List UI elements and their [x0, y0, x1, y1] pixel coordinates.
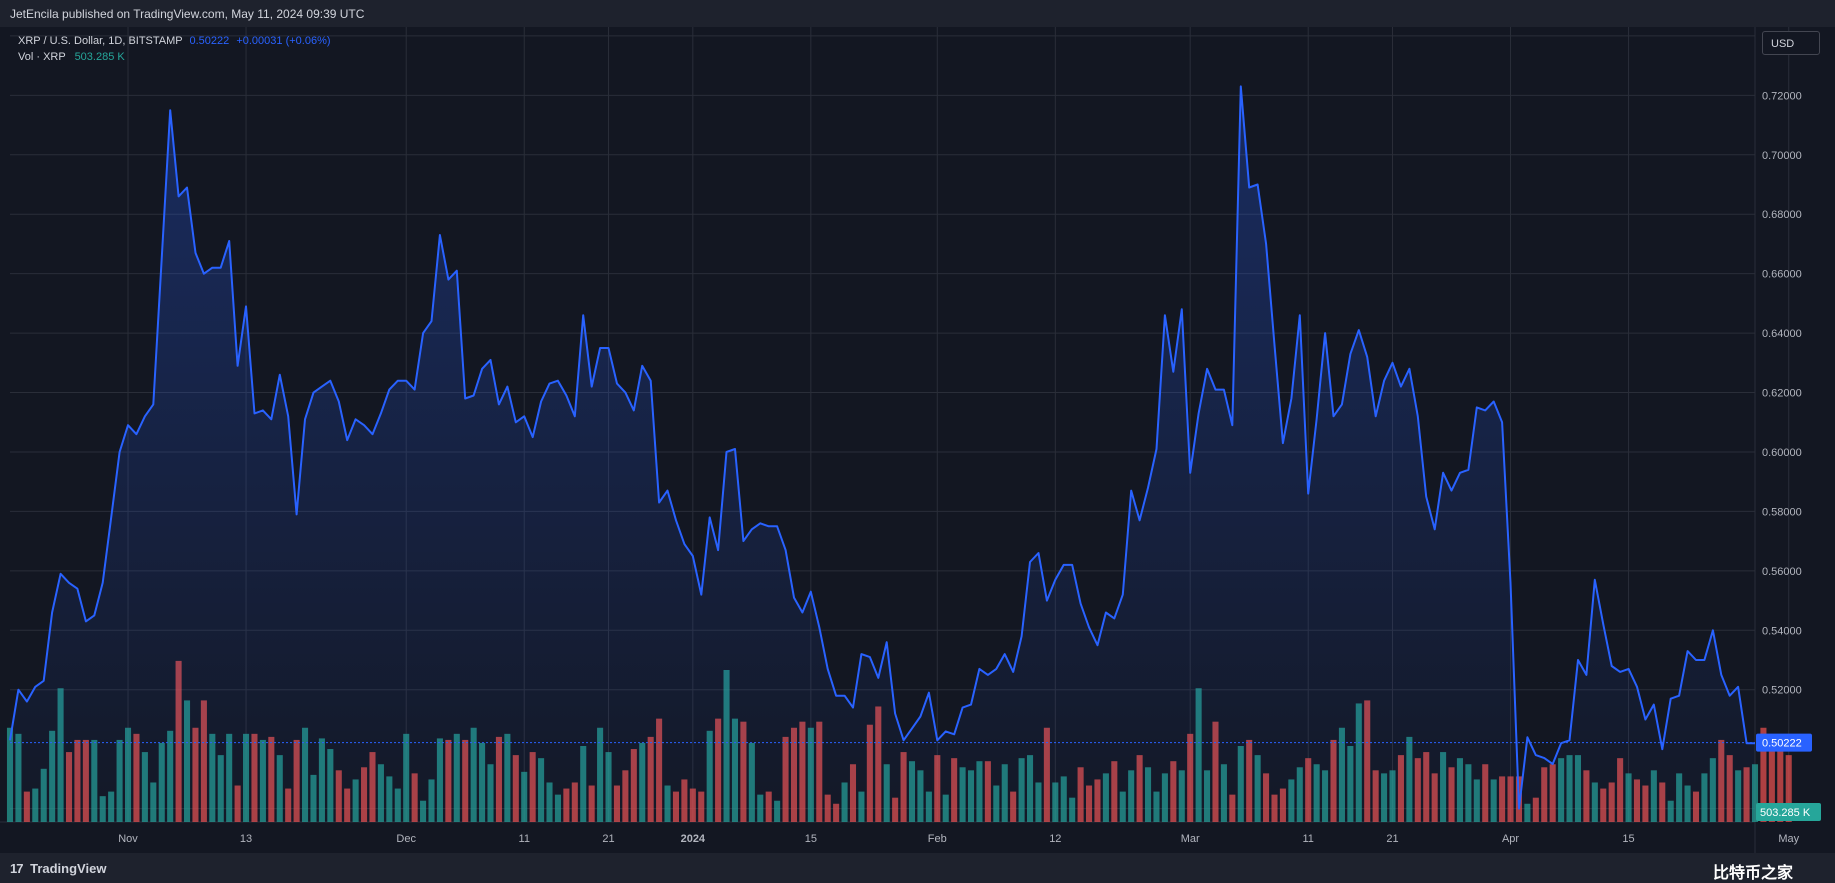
volume-badge: 503.285 K — [1756, 803, 1821, 821]
legend-volume[interactable]: Vol · XRP 503.285 K — [18, 51, 125, 63]
x-tick-label: 13 — [240, 833, 252, 845]
tradingview-logo-icon: 17 — [10, 861, 24, 876]
y-tick-label: 0.64000 — [1762, 328, 1802, 340]
x-tick-label: Nov — [118, 833, 138, 845]
volume-badge-label: 503.285 K — [1760, 807, 1811, 819]
legend-price: 0.50222 — [189, 35, 230, 47]
price-chart[interactable]: 0.740000.720000.700000.680000.660000.640… — [0, 27, 1835, 853]
x-tick-label: Mar — [1181, 833, 1200, 845]
tradingview-brand-label: TradingView — [30, 861, 107, 876]
currency-button[interactable]: USD — [1762, 31, 1820, 55]
time-axis: Nov 13 Dec 11 21 2024 15 Feb 12 Mar 11 21 Apr 15 May — [118, 833, 1799, 845]
x-tick-label: 2024 — [681, 833, 706, 845]
publish-header: JetEncila published on TradingView.com, … — [0, 0, 1835, 27]
x-tick-label: 21 — [1386, 833, 1398, 845]
y-tick-label: 0.68000 — [1762, 209, 1802, 221]
footer-bar: 17 TradingView 比特币之家 — [0, 853, 1835, 883]
price-axis: 0.740000.720000.700000.680000.660000.640… — [1762, 31, 1802, 816]
y-tick-label: 0.66000 — [1762, 269, 1802, 281]
x-tick-label: 11 — [1303, 833, 1314, 845]
y-tick-label: 0.58000 — [1762, 506, 1802, 518]
x-tick-label: Apr — [1502, 833, 1519, 845]
y-tick-label: 0.56000 — [1762, 566, 1802, 578]
x-tick-label: 12 — [1049, 833, 1061, 845]
x-tick-label: 11 — [519, 833, 530, 845]
y-tick-label: 0.54000 — [1762, 625, 1802, 637]
x-tick-label: Dec — [396, 833, 416, 845]
price-area-fill — [10, 86, 1755, 822]
legend-volume-value: 503.285 K — [74, 51, 125, 63]
legend-main[interactable]: XRP / U.S. Dollar, 1D, BITSTAMP 0.50222 … — [18, 35, 331, 47]
y-tick-label: 0.62000 — [1762, 388, 1802, 400]
legend-volume-label: Vol · XRP — [18, 51, 66, 63]
x-tick-label: 15 — [805, 833, 817, 845]
y-tick-label: 0.52000 — [1762, 685, 1802, 697]
y-tick-label: 0.72000 — [1762, 90, 1802, 102]
price-badge-label: 0.50222 — [1762, 738, 1802, 750]
x-tick-label: Feb — [928, 833, 947, 845]
legend-change: +0.00031 (+0.06%) — [236, 35, 331, 47]
legend-symbol: XRP / U.S. Dollar, 1D, BITSTAMP — [18, 35, 183, 47]
x-tick-label: 21 — [602, 833, 614, 845]
price-badge: 0.50222 — [1756, 733, 1812, 752]
x-tick-label: May — [1778, 833, 1799, 845]
x-tick-label: 15 — [1622, 833, 1634, 845]
y-tick-label: 0.60000 — [1762, 447, 1802, 459]
watermark: 比特币之家 — [1712, 865, 1793, 882]
y-tick-label: 0.70000 — [1762, 150, 1802, 162]
publish-info: JetEncila published on TradingView.com, … — [10, 7, 365, 21]
tradingview-brand[interactable]: 17 TradingView — [10, 861, 106, 876]
